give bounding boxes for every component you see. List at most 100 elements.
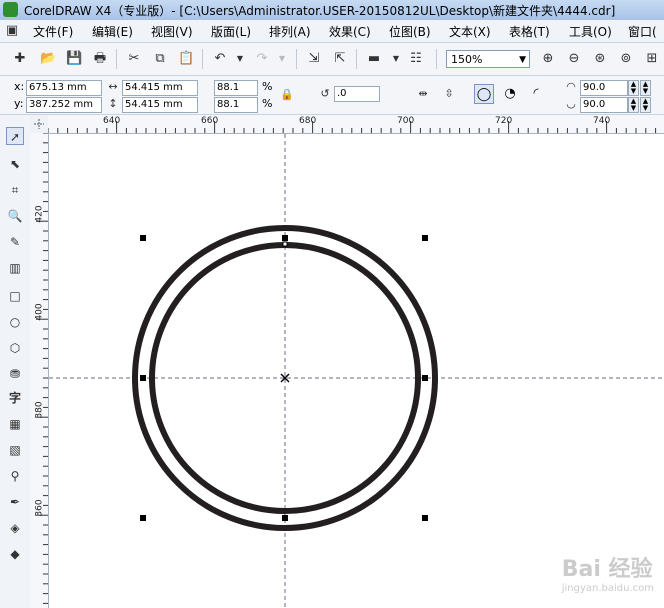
ending-angle-field[interactable]: 90.0 (580, 97, 628, 113)
ending-angle-spinner[interactable]: ▲ ▼ (628, 97, 639, 113)
interactive-fill-tool-icon[interactable]: ◆ (6, 545, 24, 563)
horizontal-ruler[interactable]: 640 660 680 700 720 740 (48, 115, 664, 134)
arc-mode-button[interactable]: ◜ (526, 84, 546, 104)
fill-tool-icon[interactable]: ◈ (6, 519, 24, 537)
height-icon: ↕ (108, 97, 118, 110)
menu-file[interactable]: 文件(F) (33, 23, 73, 40)
width-field[interactable]: 54.415 mm (122, 80, 198, 96)
pick-tool-icon[interactable]: ➚ (6, 127, 24, 145)
polygon-tool-icon[interactable]: ⬡ (6, 339, 24, 357)
scale-y-field[interactable]: 88.1 (214, 97, 258, 113)
application-launcher-icon[interactable]: ▬ (366, 51, 382, 67)
smart-fill-tool-icon[interactable]: ▥ (6, 259, 24, 277)
menu-effects[interactable]: 效果(C) (329, 23, 371, 40)
undo-dropdown-icon[interactable]: ▼ (232, 51, 248, 67)
menu-table[interactable]: 表格(T) (509, 23, 550, 40)
ellipse-tool-icon[interactable]: ○ (6, 313, 24, 331)
handle-bottom-left[interactable] (140, 515, 146, 521)
zoom-all-objects-icon[interactable]: ⊚ (618, 51, 634, 67)
handle-top-right[interactable] (422, 235, 428, 241)
zoom-out-icon[interactable]: ⊖ (566, 51, 582, 67)
rotation-angle-field[interactable]: .0 (334, 86, 380, 102)
standard-toolbar: ✚ 📂 💾 🖶 ✂ ⧉ 📋 ↶ ▼ ↷ ▼ ⇲ ⇱ ▬ ▼ ☷ 150% ▼ ⊕… (0, 43, 664, 76)
ending-angle-spinner-2[interactable]: ▲ ▼ (640, 97, 651, 113)
interactive-blend-tool-icon[interactable]: ▧ (6, 441, 24, 459)
scale-y-percent: % (262, 97, 273, 110)
lock-ratio-icon[interactable]: 🔒 (280, 88, 294, 102)
toolbar-separator (116, 49, 117, 69)
drawing-canvas[interactable] (49, 134, 664, 608)
coreldraw-logo-icon (3, 2, 18, 17)
menu-bitmaps[interactable]: 位图(B) (389, 23, 431, 40)
handle-left[interactable] (140, 375, 146, 381)
zoom-selected-icon[interactable]: ⊛ (592, 51, 608, 67)
v-ruler-label: 400 (34, 303, 45, 321)
basic-shapes-tool-icon[interactable]: ⛃ (6, 365, 24, 383)
menu-window[interactable]: 窗口( (628, 23, 657, 40)
handle-bottom[interactable] (282, 515, 288, 521)
export-icon[interactable]: ⇱ (332, 51, 348, 67)
node-point[interactable] (282, 241, 288, 247)
menu-text[interactable]: 文本(X) (449, 23, 491, 40)
toolbox: ➚ ⬉ ⌗ 🔍 ✎ ▥ □ ○ ⬡ ⛃ 字 ▦ ▧ ⚲ ✒ ◈ ◆ (0, 115, 31, 608)
menu-edit[interactable]: 编辑(E) (92, 23, 133, 40)
undo-icon[interactable]: ↶ (212, 51, 228, 67)
y-position-field[interactable]: 387.252 mm (26, 97, 102, 113)
print-icon[interactable]: 🖶 (92, 51, 108, 67)
eyedropper-tool-icon[interactable]: ⚲ (6, 467, 24, 485)
zoom-tool-icon[interactable]: 🔍 (6, 207, 24, 225)
import-icon[interactable]: ⇲ (306, 51, 322, 67)
rectangle-tool-icon[interactable]: □ (6, 287, 24, 305)
table-tool-icon[interactable]: ▦ (6, 415, 24, 433)
zoom-page-icon[interactable]: ⊞ (644, 51, 660, 67)
scale-x-percent: % (262, 80, 273, 93)
save-icon[interactable]: 💾 (66, 51, 82, 67)
x-position-field[interactable]: 675.13 mm (26, 80, 102, 96)
menu-tools[interactable]: 工具(O) (569, 23, 612, 40)
ruler-origin-corner[interactable] (30, 115, 49, 134)
mirror-horizontal-icon[interactable]: ⇹ (416, 87, 430, 101)
zoom-in-icon[interactable]: ⊕ (540, 51, 556, 67)
h-ruler-label: 680 (299, 116, 317, 126)
menu-arrange[interactable]: 排列(A) (269, 23, 311, 40)
h-ruler-label: 700 (397, 116, 415, 126)
handle-bottom-right[interactable] (422, 515, 428, 521)
ellipse-mode-button[interactable]: ◯ (474, 84, 494, 104)
toolbar-separator (436, 49, 437, 69)
starting-angle-spinner[interactable]: ▲ ▼ (628, 80, 639, 96)
vertical-ruler[interactable]: 420 400 380 360 (30, 133, 49, 608)
pie-mode-button[interactable]: ◔ (500, 84, 520, 104)
menu-view[interactable]: 视图(V) (151, 23, 193, 40)
redo-dropdown-icon[interactable]: ▼ (274, 51, 290, 67)
welcome-screen-icon[interactable]: ☷ (408, 51, 424, 67)
watermark-main: Bai 经验 (561, 557, 653, 582)
open-icon[interactable]: 📂 (40, 51, 56, 67)
width-icon: ↔ (108, 80, 118, 93)
paste-icon[interactable]: 📋 (178, 51, 194, 67)
toolbar-separator (202, 49, 203, 69)
handle-right[interactable] (422, 375, 428, 381)
scale-x-field[interactable]: 88.1 (214, 80, 258, 96)
h-ruler-label: 740 (593, 116, 611, 126)
text-tool-icon[interactable]: 字 (6, 389, 24, 407)
starting-angle-spinner-2[interactable]: ▲ ▼ (640, 80, 651, 96)
copy-icon[interactable]: ⧉ (152, 51, 168, 67)
v-ruler-label: 420 (34, 205, 45, 223)
handle-top-left[interactable] (140, 235, 146, 241)
new-document-icon[interactable]: ✚ (12, 51, 28, 67)
y-label: y: (14, 97, 24, 110)
handle-top[interactable] (282, 235, 288, 241)
app-menu-icon[interactable]: ▣ (4, 23, 20, 39)
shape-tool-icon[interactable]: ⬉ (6, 155, 24, 173)
zoom-level-dropdown[interactable]: 150% ▼ (446, 50, 530, 68)
outline-tool-icon[interactable]: ✒ (6, 493, 24, 511)
height-field[interactable]: 54.415 mm (122, 97, 198, 113)
cut-icon[interactable]: ✂ (126, 51, 142, 67)
crop-tool-icon[interactable]: ⌗ (6, 181, 24, 199)
launcher-dropdown-icon[interactable]: ▼ (388, 51, 404, 67)
menu-layout[interactable]: 版面(L) (211, 23, 251, 40)
freehand-tool-icon[interactable]: ✎ (6, 233, 24, 251)
mirror-vertical-icon[interactable]: ⇳ (442, 87, 456, 101)
redo-icon[interactable]: ↷ (254, 51, 270, 67)
starting-angle-field[interactable]: 90.0 (580, 80, 628, 96)
